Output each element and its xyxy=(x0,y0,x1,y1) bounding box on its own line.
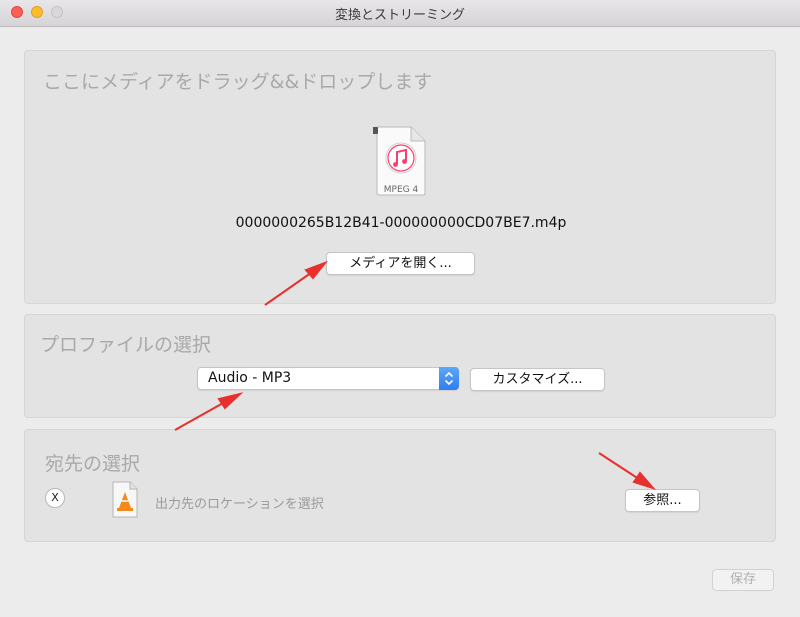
window-title: 変換とストリーミング xyxy=(334,8,465,23)
save-button[interactable]: 保存 xyxy=(712,569,774,591)
chevron-updown-icon[interactable] xyxy=(439,367,459,390)
profile-select-value: Audio - MP3 xyxy=(208,370,292,386)
destination-section: 宛先の選択 X 出力先のロケーションを選択 参照... xyxy=(24,429,776,542)
drop-zone-section[interactable]: ここにメディアをドラッグ&&ドロップします MPEG 4 0000000265B… xyxy=(24,50,776,304)
destination-section-title: 宛先の選択 xyxy=(45,453,141,475)
destination-location-label: 出力先のロケーションを選択 xyxy=(155,497,324,512)
profile-section-title: プロファイルの選択 xyxy=(40,334,212,356)
drop-zone-title: ここにメディアをドラッグ&&ドロップします xyxy=(43,71,433,93)
open-media-button[interactable]: メディアを開く... xyxy=(326,252,475,275)
profile-section: プロファイルの選択 Audio - MP3 カスタマイズ... xyxy=(24,314,776,418)
source-filename: 0000000265B12B41-000000000CD07BE7.m4p xyxy=(235,215,567,231)
file-type-badge: MPEG 4 xyxy=(383,185,419,195)
customize-button[interactable]: カスタマイズ... xyxy=(470,368,605,391)
profile-select[interactable]: Audio - MP3 xyxy=(197,367,459,390)
browse-button[interactable]: 参照... xyxy=(625,489,700,512)
title-bar: 変換とストリーミング xyxy=(0,0,800,27)
vlc-document-icon xyxy=(112,481,138,518)
clear-destination-button[interactable]: X xyxy=(45,488,65,508)
